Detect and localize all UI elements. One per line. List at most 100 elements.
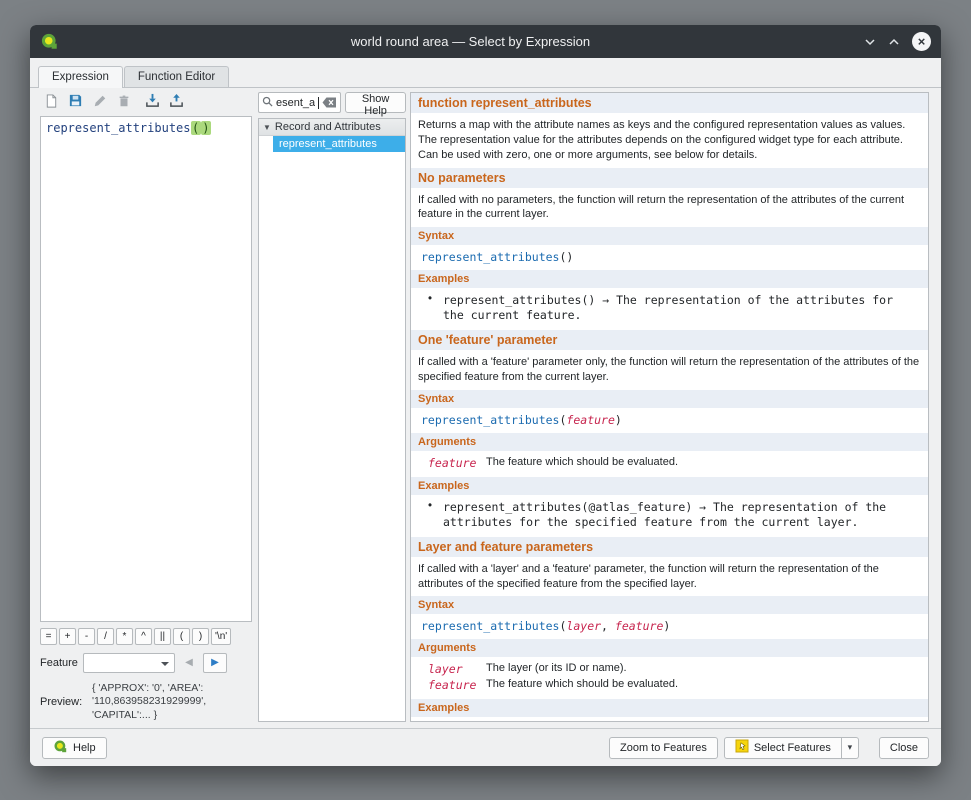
qgis-logo-icon: [40, 32, 59, 51]
help-button-label: Help: [73, 742, 96, 754]
show-help-button[interactable]: Show Help: [345, 92, 406, 113]
help-intro: Returns a map with the attribute names a…: [411, 115, 928, 166]
operator-concat-button[interactable]: ||: [154, 628, 171, 645]
select-features-split-button: Select Features ▾: [724, 737, 859, 759]
titlebar[interactable]: world round area — Select by Expression …: [30, 25, 941, 58]
new-file-icon: [44, 93, 59, 112]
operator-minus-button[interactable]: -: [78, 628, 95, 645]
operator-buttons: = + - / * ^ || ( ) '\n': [40, 628, 252, 645]
example-item: represent_attributes() → The representat…: [411, 290, 928, 328]
help-button[interactable]: Help: [42, 737, 107, 759]
section-heading: No parameters: [411, 168, 928, 188]
prev-arrow-icon: ◀: [185, 657, 193, 668]
section-description: If called with no parameters, the functi…: [411, 190, 928, 226]
function-tree[interactable]: ▼ Record and Attributes represent_attrib…: [258, 118, 406, 722]
help-content[interactable]: function represent_attributes Returns a …: [410, 92, 929, 722]
search-icon: [262, 96, 273, 110]
pencil-icon: [93, 94, 107, 111]
chevron-down-icon[interactable]: [864, 38, 876, 46]
clear-search-icon[interactable]: [322, 97, 337, 108]
argument-name: feature: [418, 678, 486, 692]
examples-label: Examples: [411, 699, 928, 717]
trash-icon: [117, 94, 131, 111]
operator-divide-button[interactable]: /: [97, 628, 114, 645]
feature-label: Feature: [40, 657, 78, 669]
tree-item-represent-attributes[interactable]: represent_attributes: [273, 136, 405, 152]
examples-label: Examples: [411, 477, 928, 495]
close-window-button[interactable]: ×: [912, 32, 931, 51]
select-features-icon: [735, 739, 749, 756]
next-feature-button[interactable]: ▶: [203, 653, 227, 673]
text-caret: [318, 97, 319, 109]
previous-feature-button[interactable]: ◀: [180, 653, 198, 673]
import-down-arrow-icon: [145, 93, 160, 111]
operator-plus-button[interactable]: +: [59, 628, 76, 645]
argument-description: The layer (or its ID or name).: [486, 662, 921, 676]
search-input[interactable]: esent_a: [258, 92, 341, 113]
close-icon: ×: [918, 34, 926, 49]
close-button[interactable]: Close: [879, 737, 929, 759]
syntax-label: Syntax: [411, 227, 928, 245]
argument-name: feature: [418, 456, 486, 470]
operator-newline-button[interactable]: '\n': [211, 628, 231, 645]
example-item: represent_attributes(@atlas_feature) → T…: [411, 497, 928, 535]
help-icon: [53, 739, 68, 757]
function-help-panel: function represent_attributes Returns a …: [410, 92, 929, 722]
preview-row: Preview: { 'APPROX': '0', 'AREA': '110,8…: [40, 682, 252, 722]
dropdown-arrow-icon: ▾: [848, 742, 853, 753]
save-expression-button[interactable]: [65, 92, 86, 113]
edit-expression-button[interactable]: [89, 92, 110, 113]
arguments-label: Arguments: [411, 433, 928, 451]
operator-multiply-button[interactable]: *: [116, 628, 133, 645]
import-expressions-button[interactable]: [142, 92, 163, 113]
next-arrow-icon: ▶: [211, 657, 219, 668]
preview-value: { 'APPROX': '0', 'AREA': '110,8639582319…: [92, 682, 234, 722]
syntax-code: represent_attributes(): [411, 247, 928, 268]
search-input-value: esent_a: [276, 97, 315, 109]
tree-expander-icon[interactable]: ▼: [263, 123, 271, 132]
operator-power-button[interactable]: ^: [135, 628, 152, 645]
select-features-label: Select Features: [754, 742, 831, 754]
section-description: If called with a 'feature' parameter onl…: [411, 352, 928, 388]
operator-equals-button[interactable]: =: [40, 628, 57, 645]
operator-open-paren-button[interactable]: (: [173, 628, 190, 645]
feature-combobox[interactable]: [83, 653, 175, 673]
tree-group-record-and-attributes[interactable]: ▼ Record and Attributes: [259, 119, 405, 136]
arguments-table: feature The feature which should be eval…: [411, 453, 928, 475]
select-features-dropdown-button[interactable]: ▾: [842, 737, 859, 759]
arguments-label: Arguments: [411, 639, 928, 657]
expression-tab-page: represent_attributes() = + - / * ^ || ( …: [30, 88, 941, 728]
chevron-up-icon[interactable]: [888, 38, 900, 46]
syntax-code: represent_attributes(layer, feature): [411, 616, 928, 637]
titlebar-controls: ×: [864, 32, 931, 51]
preview-label: Preview:: [40, 696, 86, 708]
new-expression-button[interactable]: [41, 92, 62, 113]
argument-row: feature The feature which should be eval…: [418, 455, 921, 471]
window-title: world round area — Select by Expression: [90, 34, 851, 49]
select-features-button[interactable]: Select Features: [724, 737, 842, 759]
export-expressions-button[interactable]: [166, 92, 187, 113]
expression-code-editor[interactable]: represent_attributes(): [40, 116, 252, 622]
example-item: represent_attributes('atlas_layer', @atl…: [411, 719, 928, 722]
expression-panel: represent_attributes() = + - / * ^ || ( …: [40, 92, 252, 722]
operator-close-paren-button[interactable]: ): [192, 628, 209, 645]
tab-function-editor[interactable]: Function Editor: [124, 66, 229, 87]
expression-code-line: represent_attributes(): [46, 121, 246, 135]
desktop: { "colors": { "titlebar_bg": "#31363b", …: [0, 0, 971, 800]
syntax-label: Syntax: [411, 596, 928, 614]
save-icon: [68, 93, 83, 111]
tabbar: Expression Function Editor: [30, 58, 941, 88]
arguments-table: layer The layer (or its ID or name). fea…: [411, 659, 928, 697]
tree-group-label: Record and Attributes: [275, 121, 381, 133]
combo-dropdown-icon: [161, 662, 169, 670]
examples-label: Examples: [411, 270, 928, 288]
section-heading: Layer and feature parameters: [411, 537, 928, 557]
zoom-to-features-button[interactable]: Zoom to Features: [609, 737, 718, 759]
help-title: function represent_attributes: [411, 93, 928, 113]
delete-expression-button[interactable]: [113, 92, 134, 113]
select-by-expression-dialog: world round area — Select by Expression …: [30, 25, 941, 766]
argument-description: The feature which should be evaluated.: [486, 678, 921, 692]
tab-expression[interactable]: Expression: [38, 66, 123, 88]
function-list-panel: esent_a Show Help ▼ Record and Attribute…: [258, 92, 406, 722]
section-heading: One 'feature' parameter: [411, 330, 928, 350]
